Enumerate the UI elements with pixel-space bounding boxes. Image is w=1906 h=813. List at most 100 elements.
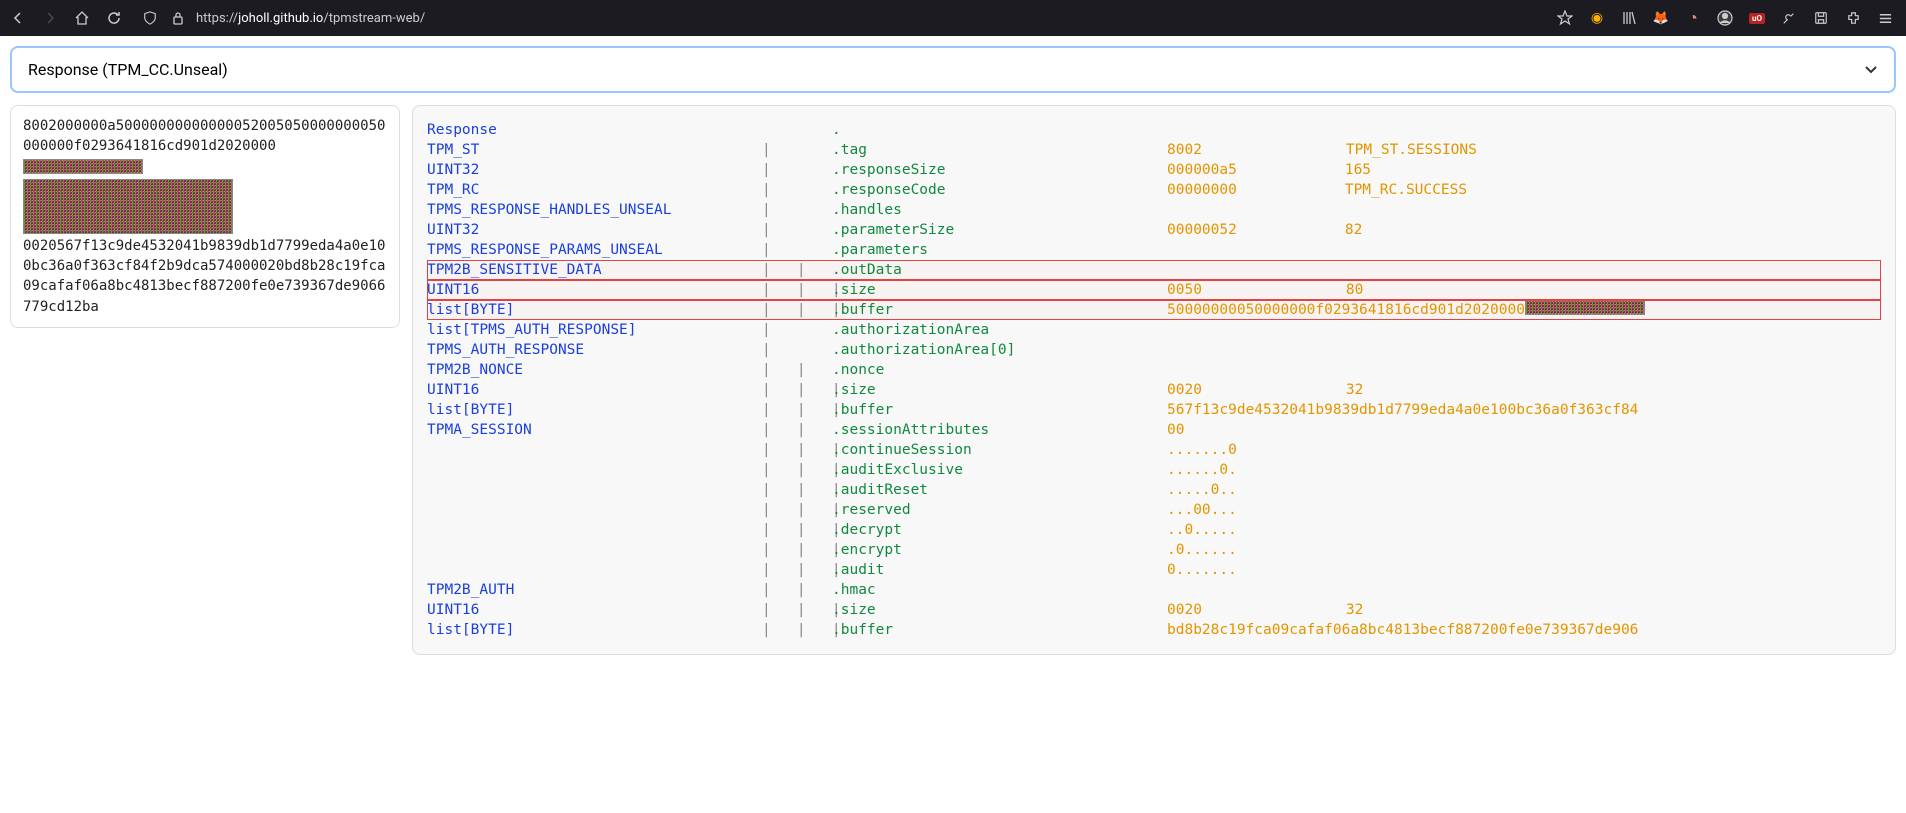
url-bar[interactable]: https://joholl.github.io/tpmstream-web/ <box>132 4 1548 32</box>
favorite-icon[interactable] <box>1556 9 1574 27</box>
ext-1-icon[interactable]: ◉ <box>1588 9 1606 27</box>
parse-row: | | | .auditReset.....0.. <box>427 480 1881 500</box>
name-cell: .buffer <box>832 620 1167 640</box>
value-cell: 50000000050000000f0293641816cd901d202000… <box>1167 300 1525 320</box>
hex-text: 000f0293641816cd901d2020000 <box>48 138 276 154</box>
save-icon[interactable] <box>1812 9 1830 27</box>
forward-button[interactable] <box>40 8 60 28</box>
name-cell: .hmac <box>832 580 1167 600</box>
parse-row: | | | .auditExclusive......0. <box>427 460 1881 480</box>
tree-pipe: | <box>762 220 832 240</box>
desc-cell: 32 <box>1346 380 1363 400</box>
tree-pipe: | <box>762 200 832 220</box>
name-cell: .size <box>832 280 1167 300</box>
parse-row: | | | .decrypt..0..... <box>427 520 1881 540</box>
desc-cell: TPM_RC.SUCCESS <box>1345 180 1467 200</box>
tree-pipe: | | | <box>762 440 832 460</box>
type-cell: TPM2B_SENSITIVE_DATA <box>427 260 762 280</box>
command-dropdown[interactable]: Response (TPM_CC.Unseal) <box>10 46 1896 93</box>
type-cell: TPM2B_NONCE <box>427 360 762 380</box>
lock-icon[interactable] <box>168 8 188 28</box>
tree-pipe: | | | <box>762 380 832 400</box>
redacted-noise <box>23 159 143 174</box>
tree-pipe: | | | <box>762 600 832 620</box>
value-cell: 00000000 <box>1167 180 1237 200</box>
type-cell: list[TPMS_AUTH_RESPONSE] <box>427 320 762 340</box>
panels: 8002000000a50000000000000052005050000000… <box>10 105 1896 655</box>
desc-cell: 82 <box>1345 220 1362 240</box>
parse-row: TPMS_RESPONSE_HANDLES_UNSEAL| .handles <box>427 200 1881 220</box>
parse-row: UINT16| | | .size005080 <box>427 280 1881 300</box>
toolbar-right: ◉ 🦊 ◔ uO <box>1556 9 1898 27</box>
parse-row: | | | .reserved...00... <box>427 500 1881 520</box>
nav-button-group <box>8 8 124 28</box>
type-cell: TPMS_RESPONSE_HANDLES_UNSEAL <box>427 200 762 220</box>
extensions-icon[interactable] <box>1844 9 1862 27</box>
parse-row: Response. <box>427 120 1881 140</box>
tree-pipe: | <box>762 140 832 160</box>
parse-row: UINT32| .responseSize000000a5165 <box>427 160 1881 180</box>
parse-row: list[BYTE]| | | .buffer50000000050000000… <box>427 300 1881 320</box>
parse-row: TPM2B_SENSITIVE_DATA| | .outData <box>427 260 1881 280</box>
parse-row: TPMA_SESSION| | .sessionAttributes00 <box>427 420 1881 440</box>
ext-2-icon[interactable]: ◔ <box>1684 9 1702 27</box>
value-cell: bd8b28c19fca09cafaf06a8bc4813becf887200f… <box>1167 620 1638 640</box>
home-button[interactable] <box>72 8 92 28</box>
name-cell: .buffer <box>832 400 1167 420</box>
ublock-icon[interactable]: uO <box>1748 9 1766 27</box>
parse-row: | | | .continueSession.......0 <box>427 440 1881 460</box>
type-cell: UINT16 <box>427 280 762 300</box>
type-cell <box>427 520 762 540</box>
tree-pipe: | <box>762 160 832 180</box>
name-cell: .auditReset <box>832 480 1167 500</box>
desc-cell: TPM_ST.SESSIONS <box>1346 140 1477 160</box>
name-cell: . <box>832 120 1167 140</box>
back-button[interactable] <box>8 8 28 28</box>
tree-pipe: | | <box>762 420 832 440</box>
tree-pipe: | | <box>762 360 832 380</box>
value-cell: 0020 <box>1167 380 1202 400</box>
name-cell: .authorizationArea[0] <box>832 340 1167 360</box>
name-cell: .responseSize <box>832 160 1167 180</box>
tree-pipe: | | | <box>762 620 832 640</box>
type-cell: UINT32 <box>427 220 762 240</box>
name-cell: .reserved <box>832 500 1167 520</box>
value-cell: ..0..... <box>1167 520 1237 540</box>
ext-firefox-icon[interactable]: 🦊 <box>1652 9 1670 27</box>
reload-button[interactable] <box>104 8 124 28</box>
type-cell <box>427 440 762 460</box>
value-cell: 00 <box>1167 420 1184 440</box>
parse-row: list[BYTE]| | | .buffer567f13c9de4532041… <box>427 400 1881 420</box>
library-icon[interactable] <box>1620 9 1638 27</box>
name-cell: .buffer <box>832 300 1167 320</box>
parsed-output-panel: Response.TPM_ST| .tag8002TPM_ST.SESSIONS… <box>412 105 1896 655</box>
type-cell <box>427 540 762 560</box>
name-cell: .tag <box>832 140 1167 160</box>
value-cell: ...00... <box>1167 500 1237 520</box>
value-cell: .....0.. <box>1167 480 1237 500</box>
name-cell: .continueSession <box>832 440 1167 460</box>
type-cell: list[BYTE] <box>427 300 762 320</box>
parse-row: TPMS_RESPONSE_PARAMS_UNSEAL| .parameters <box>427 240 1881 260</box>
type-cell <box>427 460 762 480</box>
url-text: https://joholl.github.io/tpmstream-web/ <box>196 11 425 26</box>
type-cell: UINT16 <box>427 600 762 620</box>
desc-cell: 80 <box>1346 280 1363 300</box>
name-cell: .decrypt <box>832 520 1167 540</box>
value-cell: 0020 <box>1167 600 1202 620</box>
type-cell: TPMA_SESSION <box>427 420 762 440</box>
shield-icon[interactable] <box>140 8 160 28</box>
type-cell: TPM_RC <box>427 180 762 200</box>
menu-icon[interactable] <box>1876 9 1894 27</box>
hex-input-panel[interactable]: 8002000000a50000000000000052005050000000… <box>10 105 400 328</box>
value-cell: .0...... <box>1167 540 1237 560</box>
type-cell <box>427 560 762 580</box>
ext-wrench-icon[interactable] <box>1780 9 1798 27</box>
name-cell: .auditExclusive <box>832 460 1167 480</box>
tree-pipe: | | | <box>762 280 832 300</box>
parse-row: UINT32| .parameterSize0000005282 <box>427 220 1881 240</box>
name-cell: .size <box>832 380 1167 400</box>
account-icon[interactable] <box>1716 9 1734 27</box>
tree-pipe <box>762 120 832 140</box>
value-cell: ......0. <box>1167 460 1237 480</box>
